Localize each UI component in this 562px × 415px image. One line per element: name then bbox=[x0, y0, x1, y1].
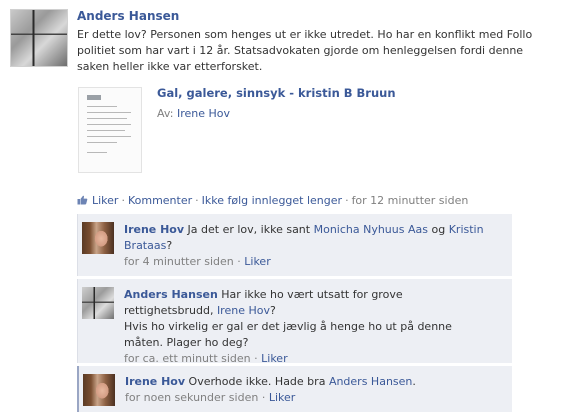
commenter-avatar[interactable] bbox=[82, 287, 114, 319]
comment-text: Overhode ikke. Hade bra bbox=[188, 375, 326, 388]
mention-link[interactable]: Anders Hansen bbox=[329, 375, 412, 388]
post-message-line: saken heller ikke var etterforsket. bbox=[77, 60, 263, 73]
like-comment-link[interactable]: Liker bbox=[269, 391, 295, 404]
attachment-by-name-link[interactable]: Irene Hov bbox=[177, 107, 230, 120]
comment-timestamp[interactable]: for 4 minutter siden bbox=[124, 255, 234, 268]
unfollow-post-link[interactable]: Ikke følg innlegget lenger bbox=[202, 194, 342, 207]
separator: · bbox=[195, 194, 199, 207]
separator: · bbox=[261, 391, 266, 404]
like-comment-link[interactable]: Liker bbox=[244, 255, 270, 268]
attachment-by-prefix: Av: bbox=[157, 107, 174, 120]
comment-item: Anders Hansen Har ikke ho vært utsatt fo… bbox=[77, 279, 512, 365]
attachment-thumbnail[interactable] bbox=[78, 87, 142, 173]
separator: · bbox=[345, 194, 349, 207]
mention-link[interactable]: Irene Hov bbox=[217, 304, 270, 317]
commenter-name[interactable]: Irene Hov bbox=[124, 223, 184, 236]
comment-text: Har ikke ho vært utsatt for grove bbox=[221, 288, 403, 301]
comment-text: rettighetsbrudd, bbox=[124, 304, 214, 317]
comment-text: Ja det er lov, ikke sant bbox=[187, 223, 311, 236]
mention-link[interactable]: Brataas bbox=[124, 239, 166, 252]
comment-text: og bbox=[431, 223, 446, 236]
comment-text: ? bbox=[269, 304, 276, 317]
commenter-name[interactable]: Irene Hov bbox=[125, 375, 185, 388]
attachment-title-link[interactable]: Gal, galere, sinnsyk - kristin B Bruun bbox=[157, 86, 396, 100]
post-message-line: politiet som har vart i 12 år. Statsadvo… bbox=[77, 44, 524, 57]
comment-list: Irene Hov Ja det er lov, ikke sant Monic… bbox=[77, 214, 512, 415]
post-author-avatar[interactable] bbox=[10, 9, 68, 67]
commenter-avatar[interactable] bbox=[82, 222, 114, 254]
post-author-name[interactable]: Anders Hansen bbox=[77, 9, 179, 23]
comment-text: måten. Plager ho deg? bbox=[124, 336, 249, 349]
like-comment-link[interactable]: Liker bbox=[261, 352, 287, 365]
comment-timestamp[interactable]: for ca. ett minutt siden bbox=[124, 352, 251, 365]
attachment-byline: Av: Irene Hov bbox=[157, 107, 230, 120]
comment-post-link[interactable]: Kommenter bbox=[128, 194, 192, 207]
separator: · bbox=[254, 352, 258, 365]
commenter-name[interactable]: Anders Hansen bbox=[124, 288, 218, 301]
post-timestamp[interactable]: for 12 minutter siden bbox=[352, 194, 469, 207]
commenter-avatar[interactable] bbox=[83, 374, 115, 406]
comment-text: ? bbox=[166, 239, 173, 252]
mention-link[interactable]: Monicha Nyhuus Aas bbox=[314, 223, 428, 236]
thumbs-up-icon bbox=[77, 195, 88, 205]
post-message-line: Er dette lov? Personen som henges ut er … bbox=[77, 28, 533, 41]
post-actions-bar: Liker · Kommenter · Ikke følg innlegget leng… bbox=[77, 194, 468, 207]
separator: · bbox=[237, 255, 241, 268]
separator: · bbox=[121, 194, 125, 207]
post-message: Er dette lov? Personen som henges ut er … bbox=[77, 27, 552, 75]
comment-text: . bbox=[412, 375, 416, 388]
comment-item: Irene Hov Overhode ikke. Hade bra Anders… bbox=[77, 366, 512, 412]
comment-text: Hvis ho virkelig er gal er det jævlig å … bbox=[124, 320, 452, 333]
mention-link[interactable]: Kristin bbox=[449, 223, 484, 236]
comment-item: Irene Hov Ja det er lov, ikke sant Monic… bbox=[77, 214, 512, 276]
comment-timestamp[interactable]: for noen sekunder siden bbox=[125, 391, 258, 404]
like-post-link[interactable]: Liker bbox=[92, 194, 118, 207]
